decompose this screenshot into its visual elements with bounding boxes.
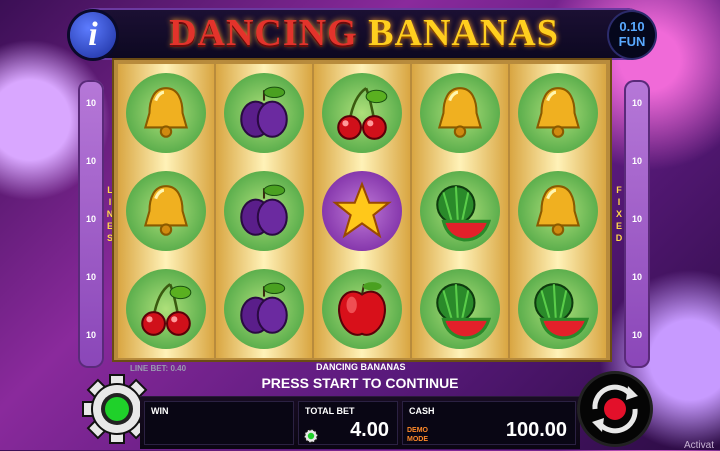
lines-sidebar-left: 10 10 10 10 10 bbox=[78, 80, 104, 368]
reel-3 bbox=[314, 64, 410, 358]
symbol-background bbox=[518, 73, 598, 153]
symbol-cherry bbox=[314, 64, 410, 162]
symbol-bell bbox=[412, 64, 508, 162]
bell-icon bbox=[535, 87, 581, 138]
title-word-2: BANANAS bbox=[368, 12, 559, 54]
symbol-plum bbox=[216, 162, 312, 260]
symbol-plum bbox=[216, 260, 312, 358]
game-name-label: DANCING BANANAS bbox=[316, 362, 406, 372]
title-word-1: DANCING bbox=[169, 12, 358, 54]
symbol-background bbox=[420, 269, 500, 349]
symbol-background bbox=[126, 269, 206, 349]
lines-sidebar-right: 10 10 10 10 10 bbox=[624, 80, 650, 368]
symbol-background bbox=[224, 171, 304, 251]
symbol-star bbox=[314, 162, 410, 260]
symbol-background bbox=[420, 171, 500, 251]
win-box: WIN bbox=[144, 401, 294, 445]
symbol-apple bbox=[314, 260, 410, 358]
demo-mode-label: DEMO MODE bbox=[407, 427, 428, 443]
total-bet-value: 4.00 bbox=[350, 419, 389, 441]
win-label: WIN bbox=[151, 406, 169, 416]
total-bet-box[interactable]: TOTAL BET 4.00 bbox=[298, 401, 398, 445]
symbol-background bbox=[126, 171, 206, 251]
bet-gear-icon[interactable] bbox=[303, 428, 319, 444]
info-button[interactable]: i bbox=[70, 12, 116, 58]
reel-4 bbox=[412, 64, 508, 358]
symbol-background bbox=[322, 269, 402, 349]
symbol-watermelon bbox=[412, 162, 508, 260]
symbol-bell bbox=[118, 64, 214, 162]
watermelon-icon bbox=[436, 283, 491, 340]
info-icon: i bbox=[88, 16, 98, 53]
line-number[interactable]: 10 bbox=[78, 156, 104, 166]
line-number[interactable]: 10 bbox=[78, 98, 104, 108]
total-bet-label: TOTAL BET bbox=[305, 406, 355, 416]
symbol-background bbox=[224, 269, 304, 349]
watermelon-icon bbox=[534, 283, 589, 340]
bottom-panel: WIN TOTAL BET 4.00 CASH DEMO MODE 100.00 bbox=[140, 396, 580, 449]
cash-value: 100.00 bbox=[505, 419, 567, 441]
symbol-background bbox=[322, 73, 402, 153]
symbol-bell bbox=[118, 162, 214, 260]
line-number[interactable]: 10 bbox=[624, 214, 650, 224]
denomination-value: 0.10 bbox=[619, 19, 645, 34]
line-number[interactable]: 10 bbox=[624, 330, 650, 340]
bell-icon bbox=[535, 185, 581, 236]
cherry-icon bbox=[337, 87, 388, 140]
plum-icon bbox=[240, 86, 288, 138]
cash-label: CASH bbox=[409, 406, 435, 416]
line-number[interactable]: 10 bbox=[624, 156, 650, 166]
reel-1 bbox=[118, 64, 214, 358]
star-icon bbox=[332, 181, 392, 239]
watermelon-icon bbox=[436, 185, 491, 242]
denomination-button[interactable]: 0.10 FUN bbox=[609, 12, 655, 58]
bell-icon bbox=[143, 185, 189, 236]
symbol-background bbox=[322, 171, 402, 251]
symbol-watermelon bbox=[510, 260, 606, 358]
symbol-background bbox=[420, 73, 500, 153]
apple-icon bbox=[338, 282, 386, 336]
line-number[interactable]: 10 bbox=[78, 330, 104, 340]
bell-icon bbox=[437, 87, 483, 138]
game-title-logo: DANCING BANANAS bbox=[120, 10, 608, 56]
line-number[interactable]: 10 bbox=[78, 272, 104, 282]
symbol-plum bbox=[216, 64, 312, 162]
bell-icon bbox=[143, 87, 189, 138]
symbol-cherry bbox=[118, 260, 214, 358]
denomination-mode: FUN bbox=[618, 34, 646, 49]
reel-area bbox=[112, 58, 612, 362]
symbol-background bbox=[126, 73, 206, 153]
spin-arrows-icon bbox=[592, 384, 638, 434]
symbol-bell bbox=[510, 64, 606, 162]
symbol-background bbox=[518, 171, 598, 251]
symbol-background bbox=[224, 73, 304, 153]
symbol-background bbox=[518, 269, 598, 349]
cherry-icon bbox=[141, 283, 192, 336]
plum-icon bbox=[240, 184, 288, 236]
line-number[interactable]: 10 bbox=[624, 98, 650, 108]
symbol-bell bbox=[510, 162, 606, 260]
symbol-watermelon bbox=[412, 260, 508, 358]
watermark-text: Activat bbox=[683, 440, 714, 451]
line-number[interactable]: 10 bbox=[624, 272, 650, 282]
plum-icon bbox=[240, 282, 288, 334]
spin-button[interactable] bbox=[580, 374, 650, 444]
cash-box: CASH DEMO MODE 100.00 bbox=[402, 401, 576, 445]
line-number[interactable]: 10 bbox=[78, 214, 104, 224]
reel-5 bbox=[510, 64, 606, 358]
reel-2 bbox=[216, 64, 312, 358]
fixed-label: FIXED bbox=[615, 185, 623, 243]
